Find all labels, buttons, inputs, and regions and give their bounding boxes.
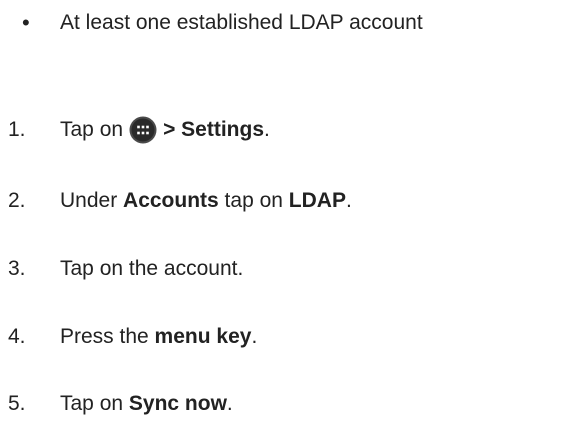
apps-launcher-icon xyxy=(129,116,157,144)
step-text: tap on xyxy=(218,189,289,212)
step-number: 3. xyxy=(8,257,26,280)
step-number: 1. xyxy=(8,118,26,141)
prerequisite-text: At least one established LDAP account xyxy=(60,11,423,34)
step-text: Tap on xyxy=(60,392,129,415)
step-text: Tap on xyxy=(60,118,124,141)
step-text: Press the xyxy=(60,325,155,348)
step-punct: . xyxy=(345,189,352,212)
sync-now-label: Sync now xyxy=(128,392,227,415)
step-text: Under xyxy=(60,189,124,212)
accounts-label: Accounts xyxy=(123,189,219,212)
menu-key-label: menu key xyxy=(154,325,252,348)
step-number: 4. xyxy=(8,325,26,348)
step-punct: . xyxy=(251,325,258,348)
bullet-marker: • xyxy=(22,10,30,35)
step-number: 2. xyxy=(8,189,26,212)
settings-label: > Settings xyxy=(163,118,265,141)
step-number: 5. xyxy=(8,392,26,415)
ldap-label: LDAP xyxy=(288,189,346,212)
step-punct: . xyxy=(264,118,270,141)
step-text: Tap on the account. xyxy=(60,257,244,280)
step-punct: . xyxy=(226,392,233,415)
